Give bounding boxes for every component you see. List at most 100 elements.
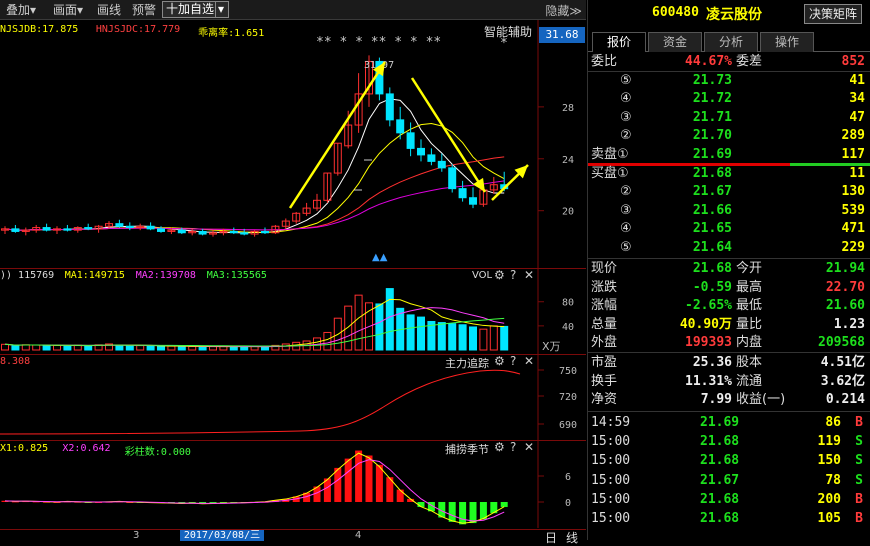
row-value-2: 4.51亿 bbox=[820, 355, 865, 370]
draw-line-button[interactable]: 画线 bbox=[97, 2, 121, 18]
x-tick-month: 3 bbox=[133, 530, 140, 541]
candle-body bbox=[240, 232, 249, 235]
tick-price: 21.68 bbox=[700, 511, 740, 526]
kline-chart[interactable]: 282420** * * ** * * ** *31.97▲▲ bbox=[0, 20, 586, 268]
tick-time: 15:00 bbox=[591, 472, 631, 488]
row-value: -2.65% bbox=[685, 298, 732, 314]
volume-bar bbox=[53, 344, 61, 351]
stat-row: 涨幅 -2.65% 最低 21.60 bbox=[588, 297, 870, 315]
candle-body bbox=[125, 225, 134, 229]
decision-matrix-button[interactable]: 决策矩阵 bbox=[804, 4, 862, 24]
tick-side: B bbox=[855, 511, 863, 526]
y-tick-label: 720 bbox=[559, 392, 577, 403]
fishing-season-chart[interactable]: 60 bbox=[0, 440, 586, 528]
candle-body bbox=[406, 132, 415, 149]
tick-side: S bbox=[855, 453, 863, 469]
row-label-2: 内盘 bbox=[736, 335, 763, 351]
volume-bar bbox=[115, 345, 124, 351]
fishing-bar bbox=[355, 450, 363, 502]
row-label: 总量 bbox=[591, 316, 618, 332]
y-tick-label: 750 bbox=[559, 366, 577, 377]
row-label: ⑤ bbox=[620, 239, 632, 255]
tab-quote[interactable]: 报价 bbox=[592, 32, 646, 52]
tick-time: 15:00 bbox=[591, 491, 631, 507]
y-tick-label: 690 bbox=[559, 420, 577, 431]
fundamental-row: 市盈 25.36 股本 4.51亿 bbox=[588, 354, 870, 372]
quote-panel: 600480 凌云股份 决策矩阵 报价 资金 分析 操作 委比 44.67% 委… bbox=[587, 0, 870, 540]
main-force-chart[interactable]: 750 720 690 bbox=[0, 354, 586, 440]
row-value-2: 21.94 bbox=[825, 261, 865, 276]
volume-bar bbox=[489, 325, 498, 351]
candle-body bbox=[427, 154, 436, 162]
y-tick-label: 24 bbox=[562, 155, 574, 166]
row-value: 21.64 bbox=[692, 239, 732, 255]
tick-side: S bbox=[855, 472, 863, 488]
row-value-2: 289 bbox=[841, 128, 865, 144]
ratio-value: 44.67% bbox=[685, 54, 732, 69]
period-line-button[interactable]: 线 bbox=[566, 529, 578, 546]
row-value: 21.68 bbox=[692, 166, 732, 181]
row-value: 40.90万 bbox=[679, 316, 732, 332]
volume-bar bbox=[417, 316, 425, 351]
volume-bar bbox=[229, 346, 238, 351]
candle-body bbox=[177, 229, 186, 234]
tick-row: 15:00 21.68 150 S bbox=[588, 452, 870, 470]
chart-pane[interactable]: 叠加▾ 画面▾ 画线 预警 十加自选 ▾ 隐藏≫ NJSJDB:17.875 HN… bbox=[0, 0, 586, 545]
candle-body bbox=[458, 188, 467, 199]
x1-line bbox=[4, 452, 505, 524]
row-value: -0.59 bbox=[692, 279, 732, 295]
sell-level-row: ④ 21.72 34 bbox=[588, 90, 870, 108]
volume-bar bbox=[406, 314, 415, 351]
period-day-button[interactable]: 日 bbox=[545, 529, 557, 546]
tick-side: B bbox=[855, 415, 863, 430]
tick-row: 15:00 21.67 78 S bbox=[588, 472, 870, 490]
row-value-2: 22.70 bbox=[825, 279, 865, 295]
add-watchlist-dropdown[interactable]: ▾ bbox=[215, 1, 229, 18]
tick-price: 21.69 bbox=[700, 415, 740, 430]
row-value-2: 130 bbox=[841, 184, 865, 200]
fishing-bar bbox=[396, 489, 404, 502]
volume-bar bbox=[344, 305, 353, 351]
signal-stars: ** * * ** * * ** bbox=[316, 35, 441, 50]
row-value: 21.73 bbox=[692, 73, 732, 88]
fishing-bar bbox=[500, 502, 508, 507]
volume-bar bbox=[458, 324, 467, 351]
volume-bar bbox=[385, 288, 394, 351]
candle-body bbox=[229, 230, 238, 234]
draw-menu[interactable]: 画面▾ bbox=[53, 2, 83, 18]
x2-line bbox=[4, 459, 505, 522]
y-tick-label: 28 bbox=[562, 103, 574, 114]
row-value: 7.99 bbox=[700, 392, 732, 408]
volume-bar bbox=[198, 346, 207, 351]
row-value-2: 117 bbox=[841, 146, 865, 162]
candle-body bbox=[115, 223, 124, 227]
signal-star: * bbox=[500, 36, 508, 51]
stat-row: 外盘 199393 内盘 209568 bbox=[588, 334, 870, 352]
tick-time: 15:00 bbox=[591, 434, 631, 450]
fishing-bar bbox=[344, 458, 352, 502]
volume-bar bbox=[240, 346, 249, 351]
volume-bar bbox=[32, 344, 41, 351]
alert-button[interactable]: 预警 bbox=[132, 2, 156, 18]
volume-bar bbox=[167, 345, 176, 351]
hide-panel-button[interactable]: 隐藏≫ bbox=[545, 2, 582, 19]
x-axis: 3 2017/03/08/三 4 日 线 bbox=[0, 529, 586, 545]
volume-chart[interactable]: 80 40X万 bbox=[0, 268, 586, 354]
tick-time: 15:00 bbox=[591, 453, 631, 469]
row-label-2: 今开 bbox=[736, 261, 763, 276]
volume-bar bbox=[177, 346, 186, 351]
overlay-menu[interactable]: 叠加▾ bbox=[6, 2, 36, 18]
buy-level-row: ③ 21.66 539 bbox=[588, 202, 870, 220]
row-label: 涨跌 bbox=[591, 279, 618, 295]
buy-level-row: 买盘① 21.68 11 bbox=[588, 165, 870, 183]
tick-volume: 119 bbox=[817, 434, 841, 450]
row-label-2: 最高 bbox=[736, 279, 763, 295]
y-tick-label: 20 bbox=[562, 207, 574, 218]
row-value: 21.65 bbox=[692, 221, 732, 237]
row-label: 现价 bbox=[591, 261, 618, 276]
tab-analysis[interactable]: 分析 bbox=[704, 32, 758, 52]
tab-trade[interactable]: 操作 bbox=[760, 32, 814, 52]
tab-funds[interactable]: 资金 bbox=[648, 32, 702, 52]
add-watchlist-button[interactable]: 十加自选 bbox=[162, 1, 219, 18]
candle-body bbox=[146, 225, 155, 230]
